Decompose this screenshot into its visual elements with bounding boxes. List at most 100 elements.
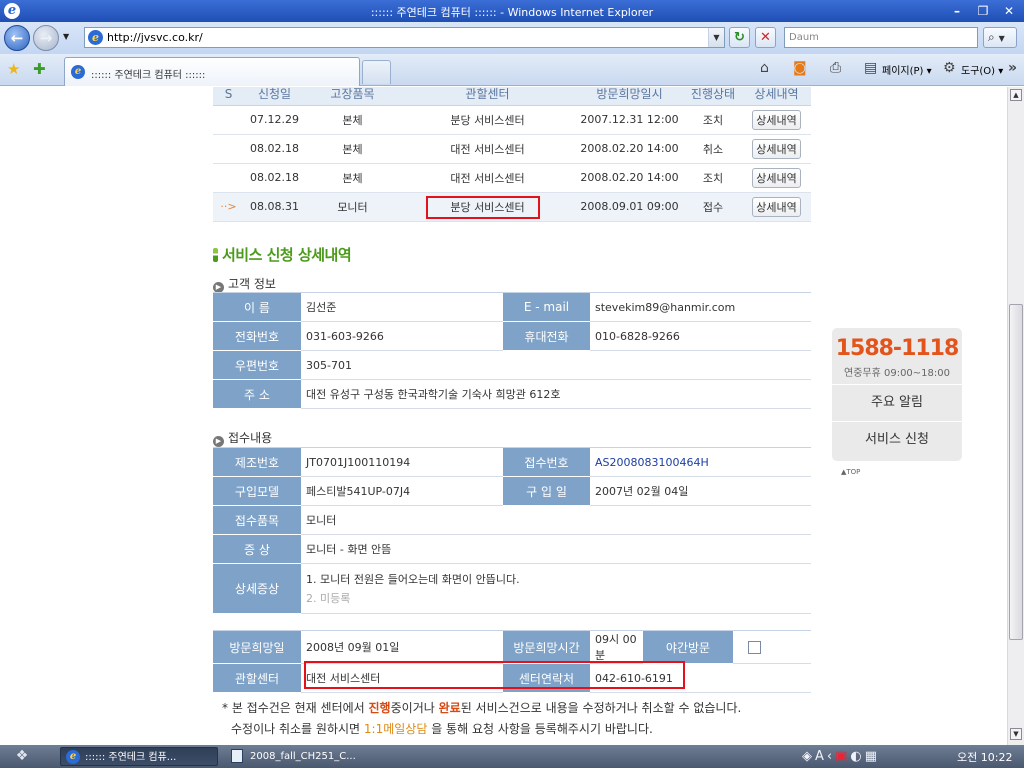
history-dropdown-icon[interactable]: ▼ [63, 32, 69, 41]
visit-datetime: 2008.02.20 14:00 [575, 163, 684, 193]
address-label: 주 소 [213, 379, 301, 409]
serial-label: 제조번호 [213, 447, 301, 477]
add-favorites-icon[interactable]: ✚ [33, 60, 46, 78]
heading-bullet-icon: ▶ [213, 436, 224, 447]
ie-icon: e [66, 750, 80, 764]
taskbar-item-ie[interactable]: e:::::: 주연테크 컴퓨... [60, 747, 218, 766]
vertical-scrollbar[interactable]: ▲ ▼ [1007, 87, 1024, 745]
refresh-button[interactable]: ↻ [729, 27, 750, 48]
visit-date-label: 방문희망일 [213, 630, 301, 664]
visit-date-value: 2008년 09월 01일 [301, 630, 503, 664]
highlight-box-center-contact [304, 661, 685, 689]
tab-page-icon: e [71, 65, 85, 79]
document-icon [231, 749, 243, 763]
zip-value: 305-701 [301, 350, 811, 380]
request-date: 08.02.18 [244, 163, 305, 193]
column-header: 고장품목 [305, 87, 400, 106]
night-visit-checkbox[interactable] [748, 640, 761, 654]
mobile-label: 휴대전화 [503, 321, 590, 351]
tools-menu[interactable]: 도구(O) ▾ [961, 62, 1003, 77]
new-tab-button[interactable] [362, 60, 391, 84]
search-button[interactable]: ⌕ ▼ [983, 27, 1017, 48]
maximize-button[interactable]: ❐ [974, 3, 992, 19]
scroll-up-icon[interactable]: ▲ [1010, 89, 1022, 101]
form-row: 방문희망일 2008년 09월 01일 방문희망시간 09시 00분 야간방문 [213, 630, 811, 664]
address-field[interactable]: e http://jvsvc.co.kr/ ▼ [84, 27, 725, 48]
favorites-star-icon[interactable]: ★ [7, 60, 20, 78]
ime-icon[interactable]: A [815, 749, 827, 764]
tab-label: :::::: 주연테크 컴퓨터 :::::: [91, 70, 206, 81]
highlight-box-center [426, 196, 540, 219]
detail-button[interactable]: 상세내역 [752, 196, 801, 217]
request-date: 07.12.29 [244, 105, 305, 135]
window-titlebar: e :::::: 주연테크 컴퓨터 :::::: - Windows Inter… [0, 0, 1024, 22]
visit-datetime: 2007.12.31 12:00 [575, 105, 684, 135]
taskbar: ❖ e:::::: 주연테크 컴퓨... 2008_fall_CH251_C..… [0, 745, 1024, 768]
start-button[interactable]: ❖ [10, 748, 34, 765]
receipt-no-value: AS2008083100464H [590, 447, 811, 477]
address-dropdown-icon[interactable]: ▼ [708, 28, 724, 47]
zip-label: 우편번호 [213, 350, 301, 380]
notice-line-1: * 본 접수건은 현재 센터에서 진행중이거나 완료된 서비스건으로 내용을 수… [222, 701, 742, 715]
detail-button[interactable]: 상세내역 [752, 109, 801, 130]
mail-consult-link[interactable]: 1:1메일상담 [364, 722, 427, 736]
tab-current[interactable]: e :::::: 주연테크 컴퓨터 :::::: [64, 57, 360, 86]
row-marker [213, 134, 244, 164]
security-icon[interactable]: ▣ [835, 749, 850, 764]
scroll-down-icon[interactable]: ▼ [1010, 728, 1022, 740]
service-center: 대전 서비스센터 [400, 134, 575, 164]
purchase-date-value: 2007년 02월 04일 [590, 476, 811, 506]
stop-button[interactable]: ✕ [755, 27, 776, 48]
fault-item: 본체 [305, 163, 400, 193]
feeds-icon[interactable]: ◙ [793, 60, 807, 76]
address-value: 대전 유성구 구성동 한국과학기술 기숙사 희망관 612호 [301, 379, 811, 409]
notice-link[interactable]: 주요 알림 [832, 384, 962, 422]
service-request-link[interactable]: 서비스 신청 [832, 422, 962, 458]
symptom-detail-line: 1. 모니터 전원은 들어오는데 화면이 안뜹니다. [306, 572, 520, 586]
page-menu[interactable]: 페이지(P) ▾ [882, 62, 932, 77]
close-window-button[interactable]: ✕ [1000, 3, 1018, 19]
forward-button[interactable]: → [33, 25, 59, 51]
service-center: 분당 서비스센터 [400, 105, 575, 135]
customer-info-table: 이 름 김선준 E - mail stevekim89@hanmir.com 전… [213, 292, 811, 409]
print-icon[interactable]: ⎙ [830, 60, 841, 76]
search-input[interactable]: Daum [784, 27, 978, 48]
phone-label: 전화번호 [213, 321, 301, 351]
customer-info-heading: ▶ 고객 정보 [213, 275, 276, 293]
visit-datetime: 2008.02.20 14:00 [575, 134, 684, 164]
chevron-more-icon[interactable]: » [1008, 60, 1017, 76]
received-item-label: 접수품목 [213, 505, 301, 535]
form-row: 우편번호 305-701 [213, 350, 811, 380]
tray-arrow-icon[interactable]: ‹ [827, 749, 835, 764]
taskbar-item-document[interactable]: 2008_fall_CH251_C... [226, 747, 396, 766]
form-row: 구입모델 페스티발541UP-07J4 구 입 일 2007년 02월 04일 [213, 476, 811, 506]
column-header: 상세내역 [742, 87, 811, 106]
row-marker [213, 105, 244, 135]
detail-section-title: 서비스 신청 상세내역 [213, 244, 352, 265]
detail-button[interactable]: 상세내역 [752, 167, 801, 188]
page-icon: e [88, 30, 103, 45]
tab-bar: ★ ✚ e :::::: 주연테크 컴퓨터 :::::: ⌂ ◙ ⎙ ▤ 페이지… [0, 54, 1024, 86]
volume-icon[interactable]: ◐ [850, 749, 864, 764]
page-menu-icon: ▤ [864, 60, 878, 76]
symptom-detail-label: 상세증상 [213, 563, 301, 614]
minimize-button[interactable]: – [948, 3, 966, 19]
quick-menu-banner: 1588-1118 연중무휴 09:00~18:00 주요 알림 서비스 신청 [832, 328, 962, 461]
address-url[interactable]: http://jvsvc.co.kr/ [107, 31, 203, 44]
back-button[interactable]: ← [4, 25, 30, 51]
scroll-thumb[interactable] [1009, 304, 1023, 640]
display-icon[interactable]: ▦ [865, 749, 880, 764]
home-icon[interactable]: ⌂ [760, 60, 769, 76]
search-icon: ⌕ [988, 30, 995, 44]
clock: 오전 10:22 [957, 751, 1013, 764]
row-marker [213, 163, 244, 193]
email-value: stevekim89@hanmir.com [590, 292, 811, 322]
network-icon[interactable]: ◈ [802, 749, 815, 764]
top-link[interactable]: ▲TOP [841, 468, 860, 476]
column-header: S [213, 87, 244, 106]
detail-button[interactable]: 상세내역 [752, 138, 801, 159]
progress-status: 접수 [684, 192, 742, 222]
page-content: S 신청일 고장품목 관할센터 방문희망일시 진행상태 상세내역 07.12.2… [0, 87, 1007, 745]
received-item-value: 모니터 [301, 505, 811, 535]
service-center: 대전 서비스센터 [400, 163, 575, 193]
